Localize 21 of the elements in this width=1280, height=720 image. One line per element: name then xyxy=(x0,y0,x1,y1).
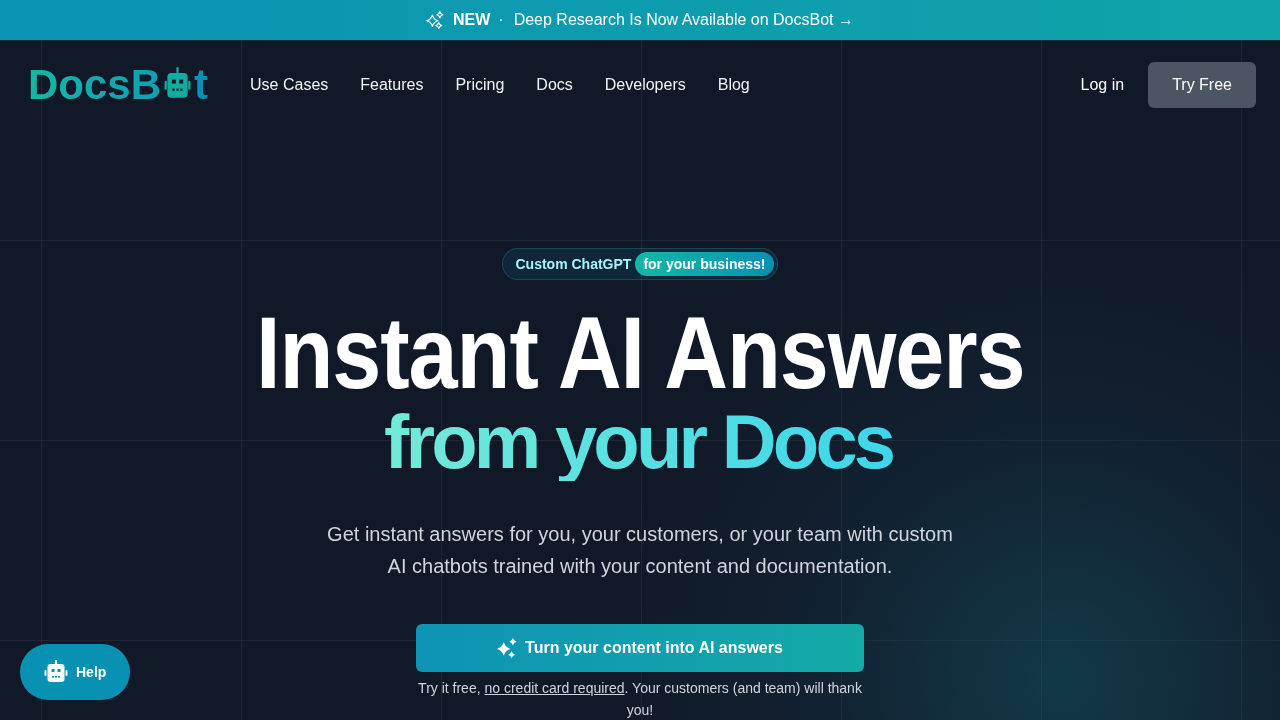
new-label: NEW xyxy=(453,10,491,30)
tagline-text: Custom ChatGPT xyxy=(515,256,632,272)
hero-title: Instant AI Answers xyxy=(255,303,1025,403)
nav-link[interactable]: Pricing xyxy=(455,75,505,95)
no-credit-card-link[interactable]: no credit card required xyxy=(484,680,625,696)
hero-description: Get instant answers for you, your customers, or your team with custom AI chatbots trained with your content and documentation. xyxy=(326,522,954,579)
nav-link[interactable]: Docs xyxy=(536,75,573,95)
login-link[interactable]: Log in xyxy=(1080,75,1125,95)
nav-link[interactable]: Developers xyxy=(604,75,686,95)
robot-icon xyxy=(164,67,192,99)
try-free-button[interactable]: Try Free xyxy=(1148,62,1256,108)
sparkle-icon xyxy=(426,11,444,29)
note-text: Try it free, no credit card required. Your customers (and team) will thank you! xyxy=(417,679,863,720)
nav-link[interactable]: Features xyxy=(360,75,424,95)
nav-link[interactable]: Use Cases xyxy=(250,75,329,95)
help-button[interactable]: Help xyxy=(20,644,130,700)
sparkle-icon xyxy=(497,638,518,658)
separator-text: · xyxy=(498,10,504,30)
highlight-tag: for your business! xyxy=(635,252,774,276)
nav-link[interactable]: Blog xyxy=(717,75,750,95)
robot-icon xyxy=(44,660,68,684)
